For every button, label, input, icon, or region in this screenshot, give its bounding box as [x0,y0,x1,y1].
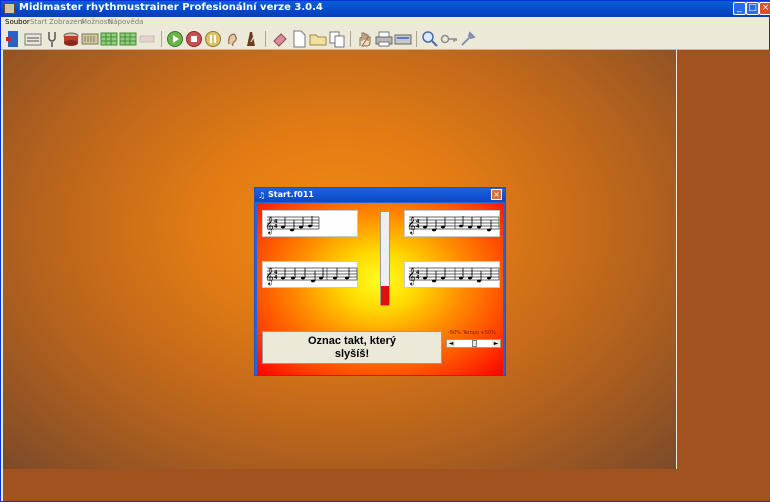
svg-text:𝄞: 𝄞 [265,216,274,234]
minimize-button[interactable]: _ [733,2,746,15]
printer-icon[interactable] [375,30,393,48]
svg-text:𝄞: 𝄞 [265,267,274,285]
svg-text:𝄞: 𝄞 [407,216,416,234]
menu-item-soubor[interactable]: Soubor [5,18,30,26]
copy-icon[interactable] [328,30,346,48]
staff-notes-icon[interactable] [24,30,42,48]
keyboard-icon[interactable] [81,30,99,48]
level-meter-fill [381,286,389,305]
drum-icon[interactable] [62,30,80,48]
svg-text:4: 4 [416,224,420,230]
toolbar-separator [265,31,266,47]
dialog-icon: ♫ [258,191,266,200]
toolbar-separator [416,31,417,47]
prompt-text: Oznac takt, který slyšíš! [263,335,441,361]
tempo-slider[interactable]: ◄ ► [446,339,501,348]
stop-icon[interactable] [185,30,203,48]
exercise-dialog: ♫ Start.f011 × 𝄞 4 4 𝄞 4 4 𝄞 4 4 𝄞 4 4 O… [254,187,506,376]
rhythm-notation: 𝄞 4 4 [265,267,358,285]
svg-text:4: 4 [416,275,420,281]
slider-thumb[interactable] [472,340,477,347]
app-icon [4,3,15,14]
right-panel [677,50,770,469]
menu-item-napoveda[interactable]: Nápověda [108,18,143,26]
tempo-label: -50% Tempo +50% [448,330,496,336]
slider-left-arrow[interactable]: ◄ [447,340,455,347]
rhythm-notation: 𝄞 4 4 [407,267,500,285]
rhythm-notation: 𝄞 4 4 [265,216,320,234]
menu-item-start[interactable]: Start [30,18,47,26]
new-page-icon[interactable] [290,30,308,48]
key-icon[interactable] [440,30,458,48]
svg-text:4: 4 [274,275,278,281]
magnifier-icon[interactable] [421,30,439,48]
tools-icon[interactable] [459,30,477,48]
dialog-title: Start.f011 [268,190,314,199]
toolbar-separator [161,31,162,47]
scanner-icon[interactable] [394,30,412,48]
measure-option-1[interactable]: 𝄞 4 4 [262,210,358,237]
measure-option-4[interactable]: 𝄞 4 4 [404,261,500,288]
window-title: Midimaster rhythmustrainer Profesionální… [19,2,323,13]
close-button[interactable]: × [759,2,770,15]
svg-text:4: 4 [274,224,278,230]
toolbar [1,28,769,50]
open-folder-icon[interactable] [309,30,327,48]
ear-icon[interactable] [223,30,241,48]
prompt-line-2: slyšíš! [334,348,370,360]
dialog-title-bar[interactable]: ♫ Start.f011 × [255,188,505,202]
bottom-panel [3,469,770,501]
prompt-box: Oznac takt, který slyšíš! [262,331,442,364]
play-icon[interactable] [166,30,184,48]
menu-bar: Soubor Start Zobrazení Možnosti Nápověda [1,17,769,28]
tuning-fork-icon[interactable] [43,30,61,48]
measure-option-3[interactable]: 𝄞 4 4 [262,261,358,288]
hand-icon[interactable] [356,30,374,48]
menu-item-zobrazeni[interactable]: Zobrazení [49,18,84,26]
slider-right-arrow[interactable]: ► [492,340,500,347]
app-window: Midimaster rhythmustrainer Profesionální… [0,0,770,502]
exit-door-icon[interactable] [4,30,22,48]
level-meter [380,211,390,306]
green-grid-2-icon[interactable] [119,30,137,48]
title-bar[interactable]: Midimaster rhythmustrainer Profesionální… [1,1,770,17]
toolbar-separator [350,31,351,47]
eraser-icon[interactable] [271,30,289,48]
dialog-close-button[interactable]: × [491,189,502,200]
pause-icon[interactable] [204,30,222,48]
prompt-line-1: Oznac takt, který [307,335,397,347]
metronome-icon[interactable] [242,30,260,48]
maximize-button[interactable]: □ [746,2,759,15]
rhythm-notation: 𝄞 4 4 [407,216,500,234]
dialog-body: 𝄞 4 4 𝄞 4 4 𝄞 4 4 𝄞 4 4 Oznac takt, kter… [257,203,503,375]
measure-option-2[interactable]: 𝄞 4 4 [404,210,500,237]
svg-text:𝄞: 𝄞 [407,267,416,285]
faded-icon [138,30,156,48]
green-grid-icon[interactable] [100,30,118,48]
